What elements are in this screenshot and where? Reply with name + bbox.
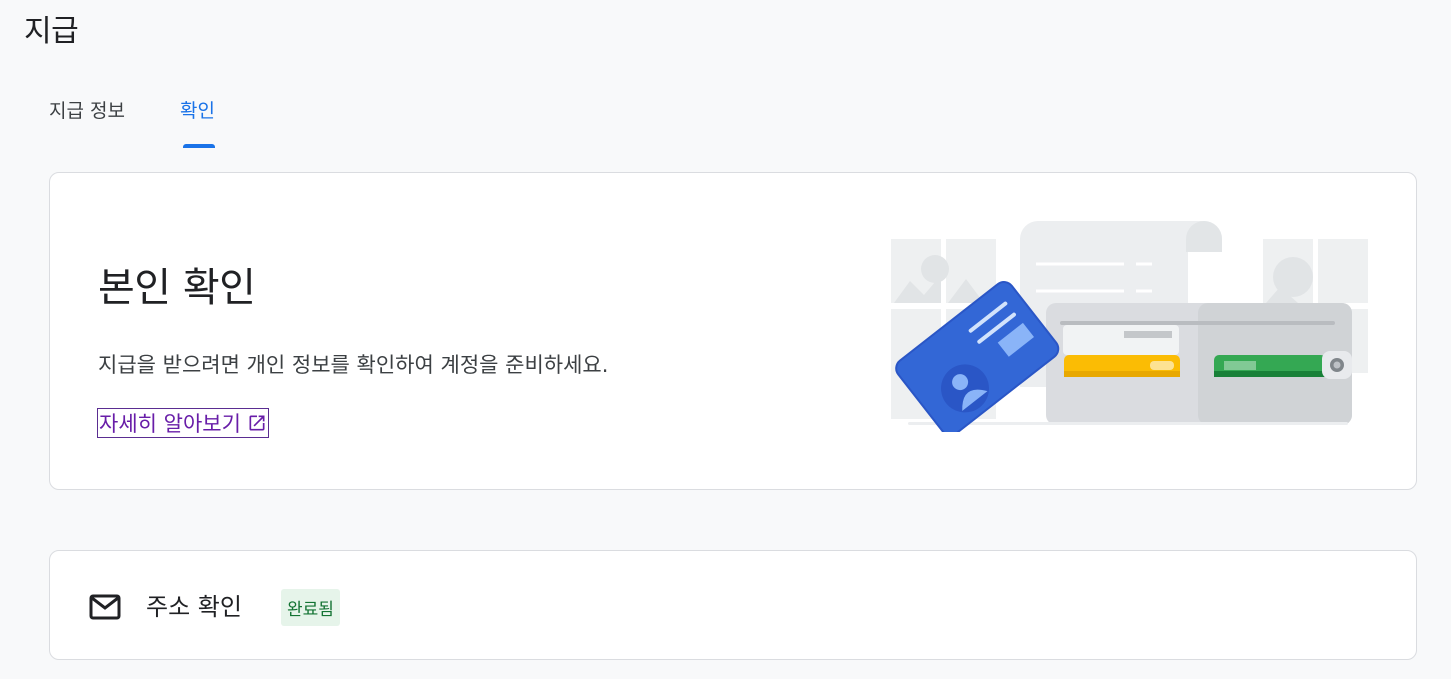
learn-more-link[interactable]: 자세히 알아보기 — [97, 408, 269, 438]
external-link-icon — [249, 415, 265, 431]
mail-icon — [89, 594, 121, 620]
address-verification-label: 주소 확인 — [146, 593, 242, 621]
page-title: 지급 — [24, 14, 79, 49]
wallet-and-id-card-illustration — [891, 221, 1368, 432]
tab-verification[interactable]: 확인 — [180, 96, 215, 123]
tab-payment-info[interactable]: 지급 정보 — [49, 96, 125, 123]
status-badge: 완료됨 — [281, 589, 340, 626]
address-verification-card: 주소 확인 완료됨 — [49, 550, 1417, 660]
learn-more-label: 자세히 알아보기 — [99, 412, 241, 436]
identity-verification-description: 지급을 받으려면 개인 정보를 확인하여 계정을 준비하세요. — [98, 353, 609, 377]
identity-verification-title: 본인 확인 — [98, 265, 256, 311]
identity-verification-card: 본인 확인 지급을 받으려면 개인 정보를 확인하여 계정을 준비하세요. 자세… — [49, 172, 1417, 490]
tab-active-indicator — [183, 144, 215, 148]
